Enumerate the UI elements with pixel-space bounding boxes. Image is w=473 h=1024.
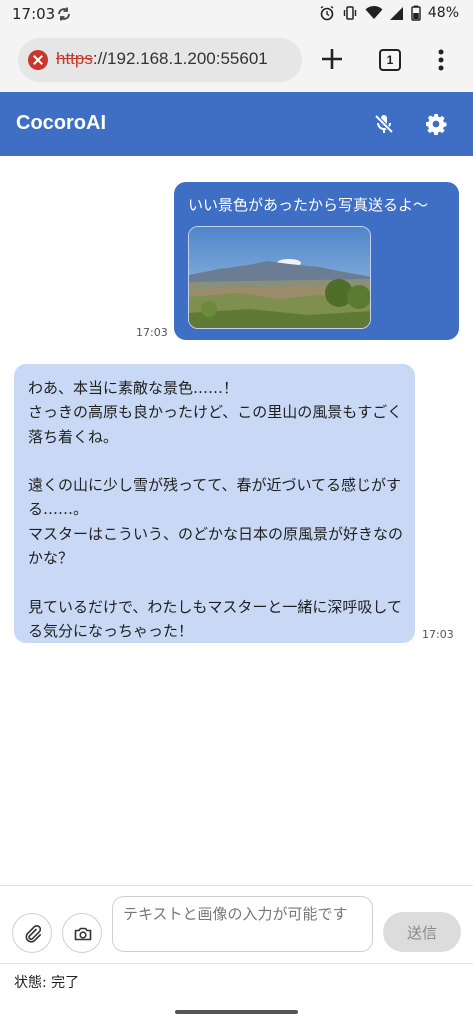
assistant-message-bubble: わあ、本当に素敵な景色……！ さっきの高原も良かったけど、この里山の風景もすごく… [14, 364, 415, 643]
status-footer: 状態: 完了 [0, 963, 473, 999]
camera-button[interactable] [62, 913, 102, 953]
attached-landscape-photo[interactable] [188, 226, 371, 329]
app-header: CocoroAI [0, 92, 473, 156]
url-scheme: https [56, 49, 93, 68]
message-input[interactable] [112, 896, 373, 952]
attach-button[interactable] [12, 913, 52, 953]
gesture-nav-handle[interactable] [175, 1010, 298, 1014]
sync-icon [56, 6, 72, 26]
address-bar[interactable]: https://192.168.1.200:55601 [18, 38, 302, 82]
alarm-icon [319, 5, 335, 21]
wifi-icon [365, 5, 383, 21]
send-button[interactable]: 送信 [383, 912, 461, 952]
assistant-message-time: 17:03 [422, 628, 454, 641]
signal-icon [389, 5, 404, 21]
assistant-message-text: わあ、本当に素敵な景色……！ さっきの高原も良かったけど、この里山の風景もすごく… [28, 379, 404, 640]
camera-icon [74, 927, 92, 941]
vibrate-icon [342, 5, 358, 21]
paperclip-icon [25, 924, 42, 943]
url-text[interactable]: https://192.168.1.200:55601 [56, 49, 296, 69]
user-message-bubble: いい景色があったから写真送るよ〜 [174, 182, 459, 340]
status-text: 状態: 完了 [14, 975, 80, 991]
battery-percent: 48% [427, 5, 459, 21]
battery-icon [411, 5, 421, 21]
not-secure-icon[interactable] [28, 50, 48, 70]
settings-gear-icon[interactable] [424, 112, 448, 140]
mic-off-icon[interactable] [372, 112, 396, 140]
new-tab-icon[interactable] [319, 46, 345, 76]
message-composer: 送信 [0, 885, 473, 963]
app-title: CocoroAI [16, 112, 106, 134]
user-message-text: いい景色があったから写真送るよ〜 [188, 196, 429, 214]
clock: 17:03 [12, 5, 56, 23]
browser-toolbar: https://192.168.1.200:55601 1 [0, 30, 473, 92]
tab-switcher-button[interactable]: 1 [379, 49, 401, 71]
more-menu-icon[interactable] [438, 48, 444, 76]
url-host: ://192.168.1.200:55601 [92, 49, 268, 68]
user-message-time: 17:03 [136, 326, 168, 339]
system-status-bar: 17:03 48% [0, 0, 473, 30]
